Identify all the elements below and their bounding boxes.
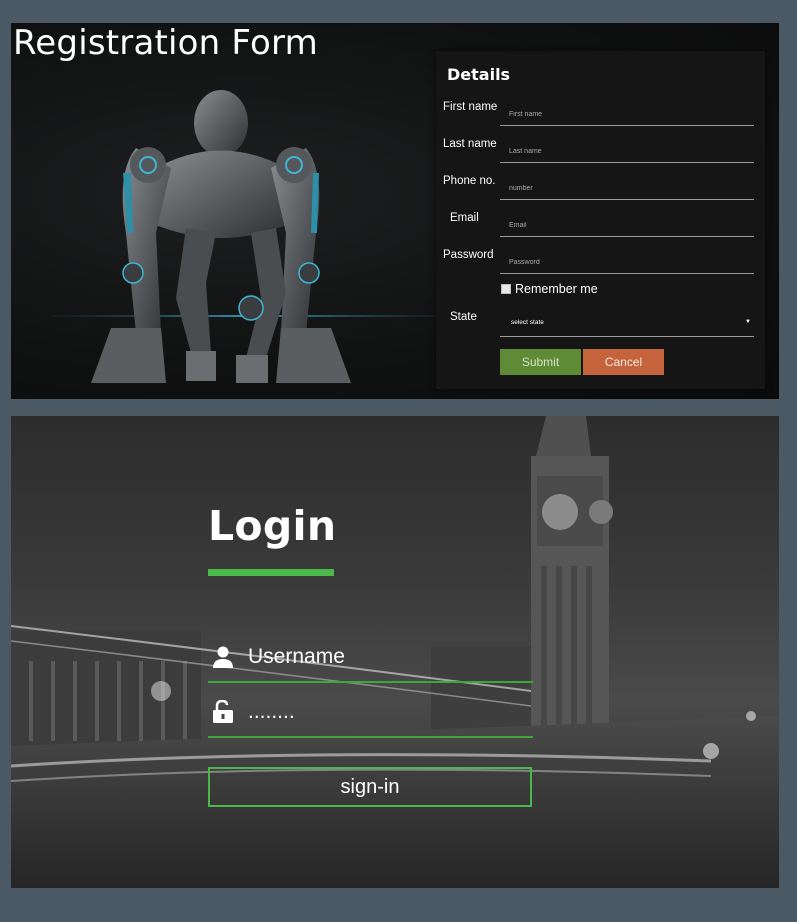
username-input[interactable] [248,643,528,671]
user-icon [213,646,233,668]
login-panel: Login sign-in [11,416,779,888]
email-input[interactable] [500,215,754,237]
page-title: Registration Form [13,23,318,63]
chevron-down-icon: ▼ [745,319,751,325]
state-select[interactable]: select state ▼ [500,312,754,337]
unlock-icon [213,700,233,723]
remember-checkbox[interactable] [501,284,511,294]
details-heading: Details [447,65,511,84]
password-field[interactable] [248,698,528,726]
password-input[interactable] [500,252,754,274]
last-name-input[interactable] [500,141,754,163]
robot-illustration [51,90,451,383]
login-title: Login [208,502,337,550]
password-label: Password [443,249,494,261]
remember-label: Remember me [515,282,598,296]
title-underline [208,569,334,576]
state-label: State [450,311,477,323]
submit-button[interactable]: Submit [500,349,581,375]
remember-me[interactable]: Remember me [501,282,598,296]
sign-in-button[interactable]: sign-in [208,767,532,807]
cancel-button[interactable]: Cancel [583,349,664,375]
registration-panel: Registration Form Details First name Las… [11,23,779,399]
state-select-value: select state [511,319,544,326]
first-name-label: First name [443,101,498,113]
first-name-input[interactable] [500,104,754,126]
username-row[interactable] [208,641,533,683]
phone-label: Phone no. [443,175,496,187]
phone-input[interactable] [500,178,754,200]
password-row[interactable] [208,696,533,738]
email-label: Email [450,212,479,224]
details-card: Details First name Last name Phone no. E… [436,51,765,389]
last-name-label: Last name [443,138,497,150]
